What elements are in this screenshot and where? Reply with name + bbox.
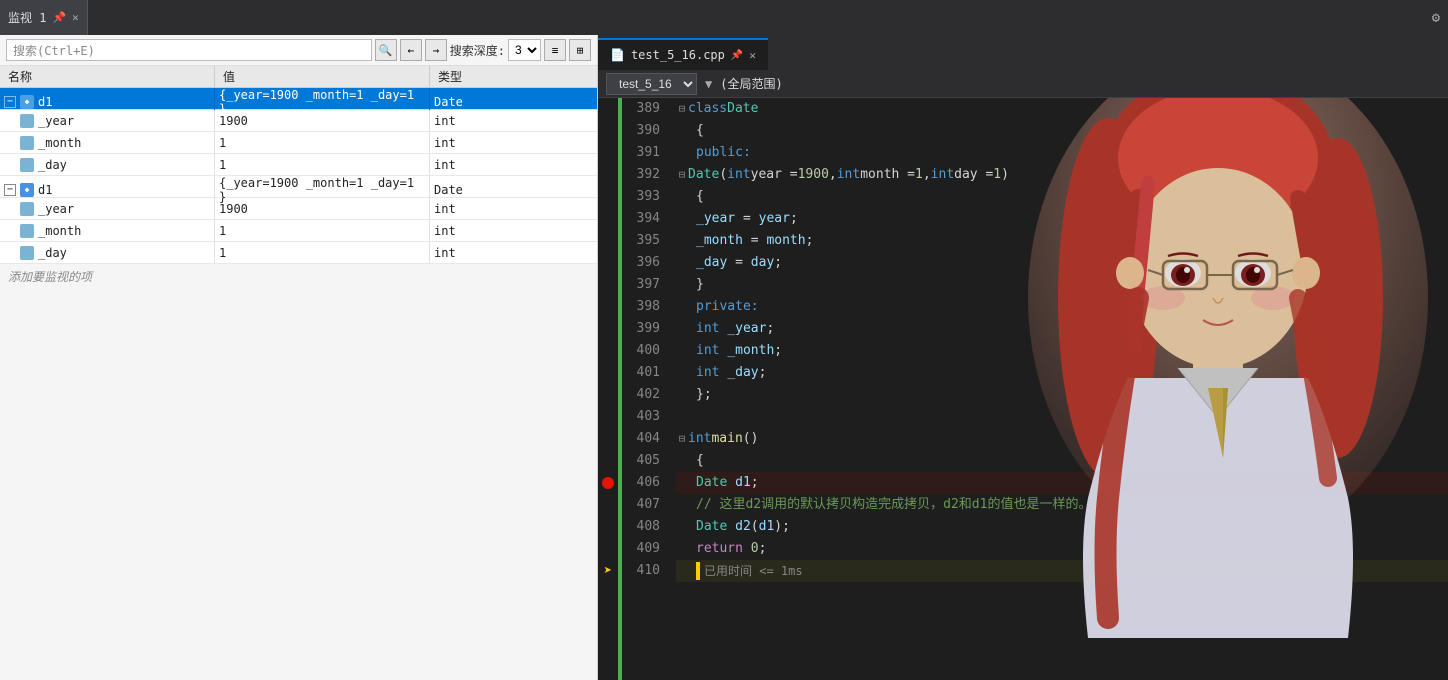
watch-cell-name: _year [0,198,215,219]
toolbar-btn-1[interactable]: ≡ [544,39,566,61]
table-row[interactable]: − ◆ d1 {_year=1900 _month=1 _day=1 } Dat… [0,88,597,110]
watch-cell-value: 1 [215,220,430,241]
breakpoint-dot[interactable] [598,472,618,494]
watch-cell-value: 1900 [215,198,430,219]
code-line: { [676,186,1448,208]
line-numbers: 389 390 391 392 393 394 395 396 397 398 … [622,98,668,680]
depth-label: 搜索深度: [450,42,505,59]
code-line: } [676,274,1448,296]
code-line: // 这里d2调用的默认拷贝构造完成拷贝，d2和d1的值也是一样的。 [676,494,1448,516]
code-line: _day = day; [676,252,1448,274]
watch-cell-type: int [430,154,550,175]
watch-cell-name: _month [0,220,215,241]
watch-cell-type: int [430,110,550,131]
code-line: _month = month; [676,230,1448,252]
gutter: ➤ [598,98,618,680]
watch-table: − ◆ d1 {_year=1900 _month=1 _day=1 } Dat… [0,88,597,680]
code-line: int _day; [676,362,1448,384]
code-line: { [676,450,1448,472]
table-row[interactable]: _year 1900 int [0,198,597,220]
search-input[interactable]: 搜索(Ctrl+E) [6,39,372,61]
code-area: ⊟ class Date { public: ⊟ [668,98,1448,680]
editor-tab-label: test_5_16.cpp [631,48,725,62]
watch-cell-value: 1 [215,154,430,175]
tab-close-icon[interactable]: ✕ [749,49,756,62]
table-row[interactable]: _month 1 int [0,220,597,242]
nav-forward-btn[interactable]: → [425,39,447,61]
code-line: Date d2(d1); [676,516,1448,538]
current-line-arrow: ➤ [598,560,618,582]
fold-icon-392[interactable]: ⊟ [676,164,688,186]
settings-icon[interactable]: ⚙ [1432,10,1440,26]
table-row[interactable]: − ◆ d1 {_year=1900 _month=1 _day=1 } Dat… [0,176,597,198]
editor-tabs: 📄 test_5_16.cpp 📌 ✕ [598,35,1448,70]
toolbar-btn-2[interactable]: ⊞ [569,39,591,61]
code-line: int _month; [676,340,1448,362]
col-value: 值 [215,66,430,87]
code-line [676,406,1448,428]
code-line: return 0; [676,538,1448,560]
fold-icon[interactable]: ⊟ [676,98,688,120]
table-row[interactable]: _day 1 int [0,154,597,176]
watch-cell-type: int [430,198,550,219]
fold-icon-404[interactable]: ⊟ [676,428,688,450]
global-scope-label: (全局范围) [720,75,782,92]
watch-tab[interactable]: 监视 1 📌 ✕ [0,0,88,35]
nav-back-btn[interactable]: ← [400,39,422,61]
watch-cell-value: 1 [215,242,430,263]
code-line: { [676,120,1448,142]
pin-icon[interactable]: 📌 [52,11,66,24]
watch-cell-value: 1 [215,132,430,153]
watch-table-header: 名称 值 类型 [0,66,597,88]
scope-selector[interactable]: test_5_16 [606,73,697,95]
watch-cell-name: _day [0,242,215,263]
code-line: ⊟ int main() [676,428,1448,450]
code-line: Date d1; [676,472,1448,494]
watch-cell-name: _year [0,110,215,131]
editor-header: test_5_16 ▼ (全局范围) [598,70,1448,98]
table-row[interactable]: _year 1900 int [0,110,597,132]
tab-pin-icon[interactable]: 📌 [731,50,743,61]
search-icon-btn[interactable]: 🔍 [375,39,397,61]
code-line-current: 已用时间 <= 1ms [676,560,1448,582]
table-row[interactable]: _day 1 int [0,242,597,264]
col-name: 名称 [0,66,215,87]
table-row[interactable]: _month 1 int [0,132,597,154]
watch-cell-name: _month [0,132,215,153]
depth-select[interactable]: 3 1 2 4 5 [508,39,541,61]
code-line: private: [676,296,1448,318]
add-watch-row[interactable]: 添加要监视的项 [0,264,597,289]
code-line: }; [676,384,1448,406]
code-line: ⊟ Date(int year = 1900, int month = 1, i… [676,164,1448,186]
editor-tab[interactable]: 📄 test_5_16.cpp 📌 ✕ [598,38,768,70]
code-line: _year = year; [676,208,1448,230]
watch-cell-value: 1900 [215,110,430,131]
scope-arrow: ▼ [705,77,712,91]
code-line: int _year; [676,318,1448,340]
col-type: 类型 [430,66,550,87]
watch-tab-label: 监视 1 [8,9,46,26]
code-line: ⊟ class Date [676,98,1448,120]
close-icon[interactable]: ✕ [72,11,79,24]
file-icon: 📄 [610,48,625,62]
watch-cell-type: int [430,132,550,153]
watch-cell-name: _day [0,154,215,175]
watch-cell-type: int [430,242,550,263]
code-editor-body: ➤ 389 390 391 392 393 394 395 396 397 39… [598,98,1448,680]
watch-cell-type: int [430,220,550,241]
code-line: public: [676,142,1448,164]
